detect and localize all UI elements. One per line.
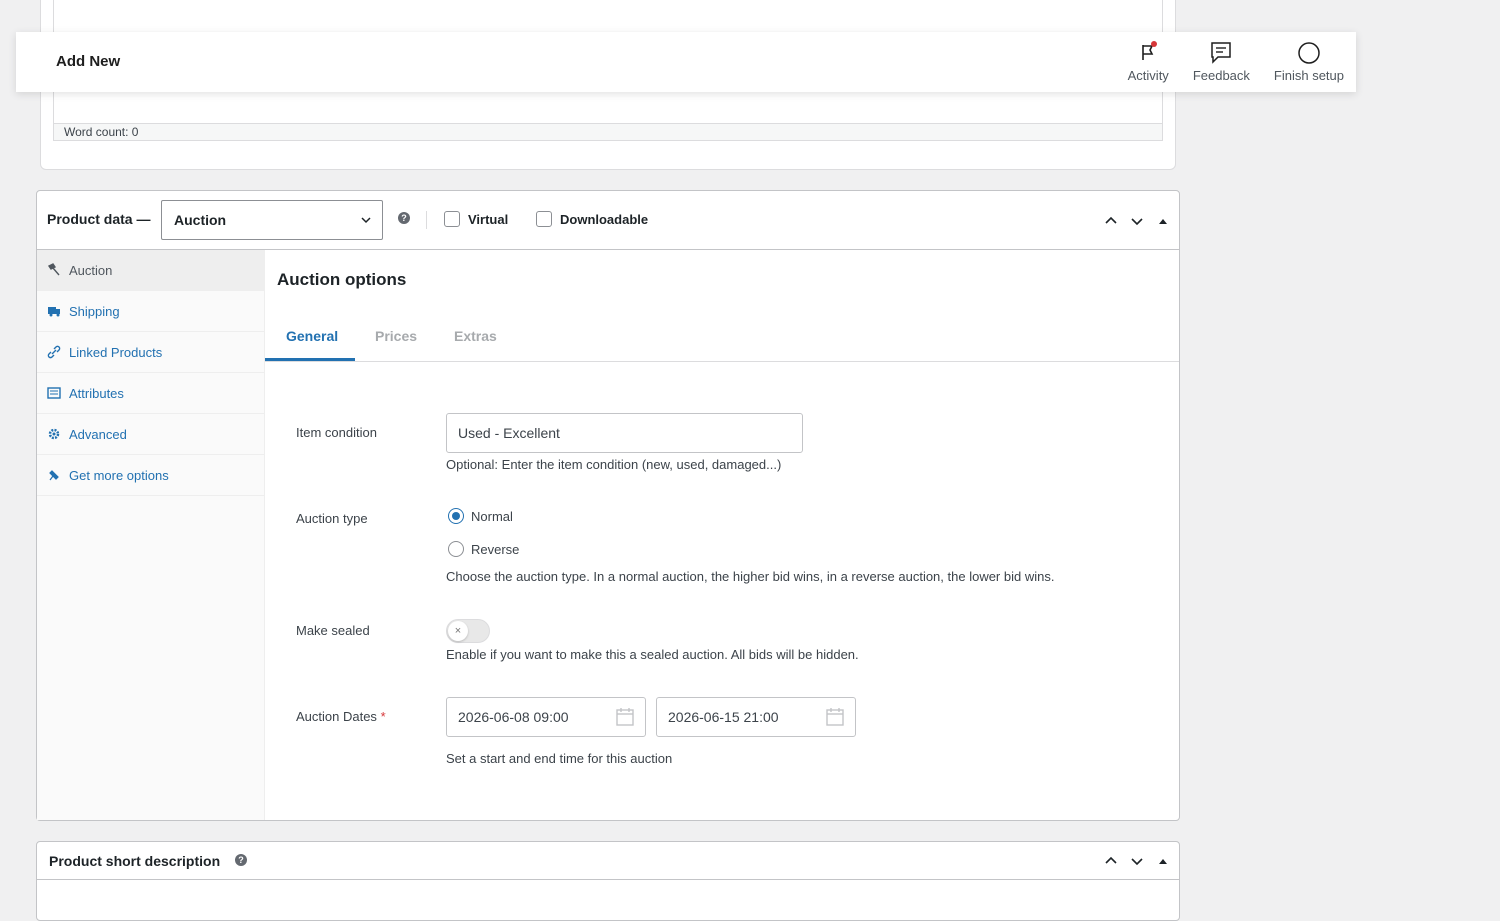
make-sealed-description: Enable if you want to make this a sealed… [446,647,859,662]
truck-icon [48,307,60,317]
tab-linked-products-label: Linked Products [69,344,163,360]
product-data-tabs: Auction Shipping Linked Products Attribu… [37,250,265,820]
activity-button[interactable]: Activity [1128,40,1169,83]
chevron-down-icon [361,217,371,224]
auction-end-date-input[interactable]: 2026-06-15 21:00 [656,697,856,737]
virtual-checkbox-wrap[interactable]: Virtual [444,211,508,227]
product-type-value: Auction [174,212,227,228]
top-header: Add New Activity Feedback Finish setup [16,32,1356,92]
item-condition-description: Optional: Enter the item condition (new,… [446,457,782,472]
subtab-prices[interactable]: Prices [375,328,417,344]
tab-auction-label: Auction [69,262,113,278]
activity-label: Activity [1127,68,1169,83]
tab-attributes-label: Attributes [69,385,124,401]
product-data-header: Product data — Auction ? Virtual Downloa… [37,191,1179,250]
auction-dates-label: Auction Dates * [296,709,386,724]
tab-get-more-options[interactable]: Get more options [37,455,264,496]
auction-type-label: Auction type [296,511,368,526]
make-sealed-toggle[interactable]: × [446,619,490,643]
collapse-icon[interactable] [1155,853,1171,869]
auction-start-date-input[interactable]: 2026-06-08 09:00 [446,697,646,737]
tab-get-more-options-label: Get more options [69,467,169,483]
page-title: Add New [56,53,121,70]
short-description-label: Product short description [49,853,221,869]
box-controls [1103,853,1171,869]
radio-reverse[interactable] [448,541,464,557]
move-down-icon[interactable] [1129,853,1145,869]
activity-flag-icon [1142,41,1158,60]
tab-advanced[interactable]: Advanced [37,414,264,455]
product-data-box: Product data — Auction ? Virtual Downloa… [36,190,1180,821]
plugin-icon [49,470,59,481]
product-type-select[interactable]: Auction [161,200,383,240]
radio-normal[interactable] [448,508,464,524]
feedback-icon [1211,42,1232,64]
active-tab-indicator [265,358,355,361]
calendar-icon[interactable] [825,707,845,727]
tab-auction[interactable]: Auction [37,250,264,291]
subtab-general[interactable]: General [286,328,338,344]
short-description-header: Product short description ? [37,842,1179,880]
auction-start-date-value: 2026-06-08 09:00 [458,709,569,725]
finish-setup-label: Finish setup [1273,68,1344,83]
make-sealed-label: Make sealed [296,623,370,638]
tab-linked-products[interactable]: Linked Products [37,332,264,373]
auction-options-panel: Auction options General Prices Extras It… [265,250,1179,820]
auction-end-date-value: 2026-06-15 21:00 [668,709,779,725]
move-up-icon[interactable] [1103,213,1119,229]
item-condition-input[interactable]: Used - Excellent [446,413,803,453]
virtual-checkbox[interactable] [444,211,460,227]
product-data-label: Product data — [47,211,151,227]
tab-shipping-label: Shipping [69,303,120,319]
help-icon[interactable]: ? [235,854,247,866]
downloadable-checkbox[interactable] [536,211,552,227]
divider [426,211,427,229]
tab-advanced-label: Advanced [69,426,127,442]
auction-dates-description: Set a start and end time for this auctio… [446,751,673,766]
short-description-box: Product short description ? [36,841,1180,921]
circle-icon [1298,42,1320,64]
box-controls [1103,213,1171,229]
auction-dates-label-text: Auction Dates [296,709,377,724]
link-icon [47,345,61,359]
feedback-label: Feedback [1192,68,1250,83]
gavel-icon [47,263,60,276]
help-icon[interactable]: ? [398,212,410,224]
gear-icon [48,428,60,440]
tab-shipping[interactable]: Shipping [37,291,264,332]
virtual-label: Virtual [468,211,509,227]
word-count: Word count: 0 [54,123,1162,140]
subtab-extras[interactable]: Extras [454,328,497,344]
move-down-icon[interactable] [1129,213,1145,229]
radio-reverse-label: Reverse [471,542,520,557]
radio-normal-label: Normal [471,509,513,524]
header-actions: Activity Feedback Finish setup [1128,40,1344,83]
item-condition-label: Item condition [296,425,377,440]
downloadable-checkbox-wrap[interactable]: Downloadable [536,211,648,227]
sub-tabs: General Prices Extras [265,320,1179,362]
list-icon [47,387,61,399]
toggle-knob: × [448,621,468,641]
tab-attributes[interactable]: Attributes [37,373,264,414]
move-up-icon[interactable] [1103,853,1119,869]
finish-setup-button[interactable]: Finish setup [1274,40,1344,83]
required-mark: * [380,709,386,724]
feedback-button[interactable]: Feedback [1193,40,1250,83]
collapse-icon[interactable] [1155,213,1171,229]
downloadable-label: Downloadable [560,211,649,227]
auction-type-description: Choose the auction type. In a normal auc… [446,569,1055,584]
panel-title: Auction options [277,270,407,289]
calendar-icon[interactable] [615,707,635,727]
